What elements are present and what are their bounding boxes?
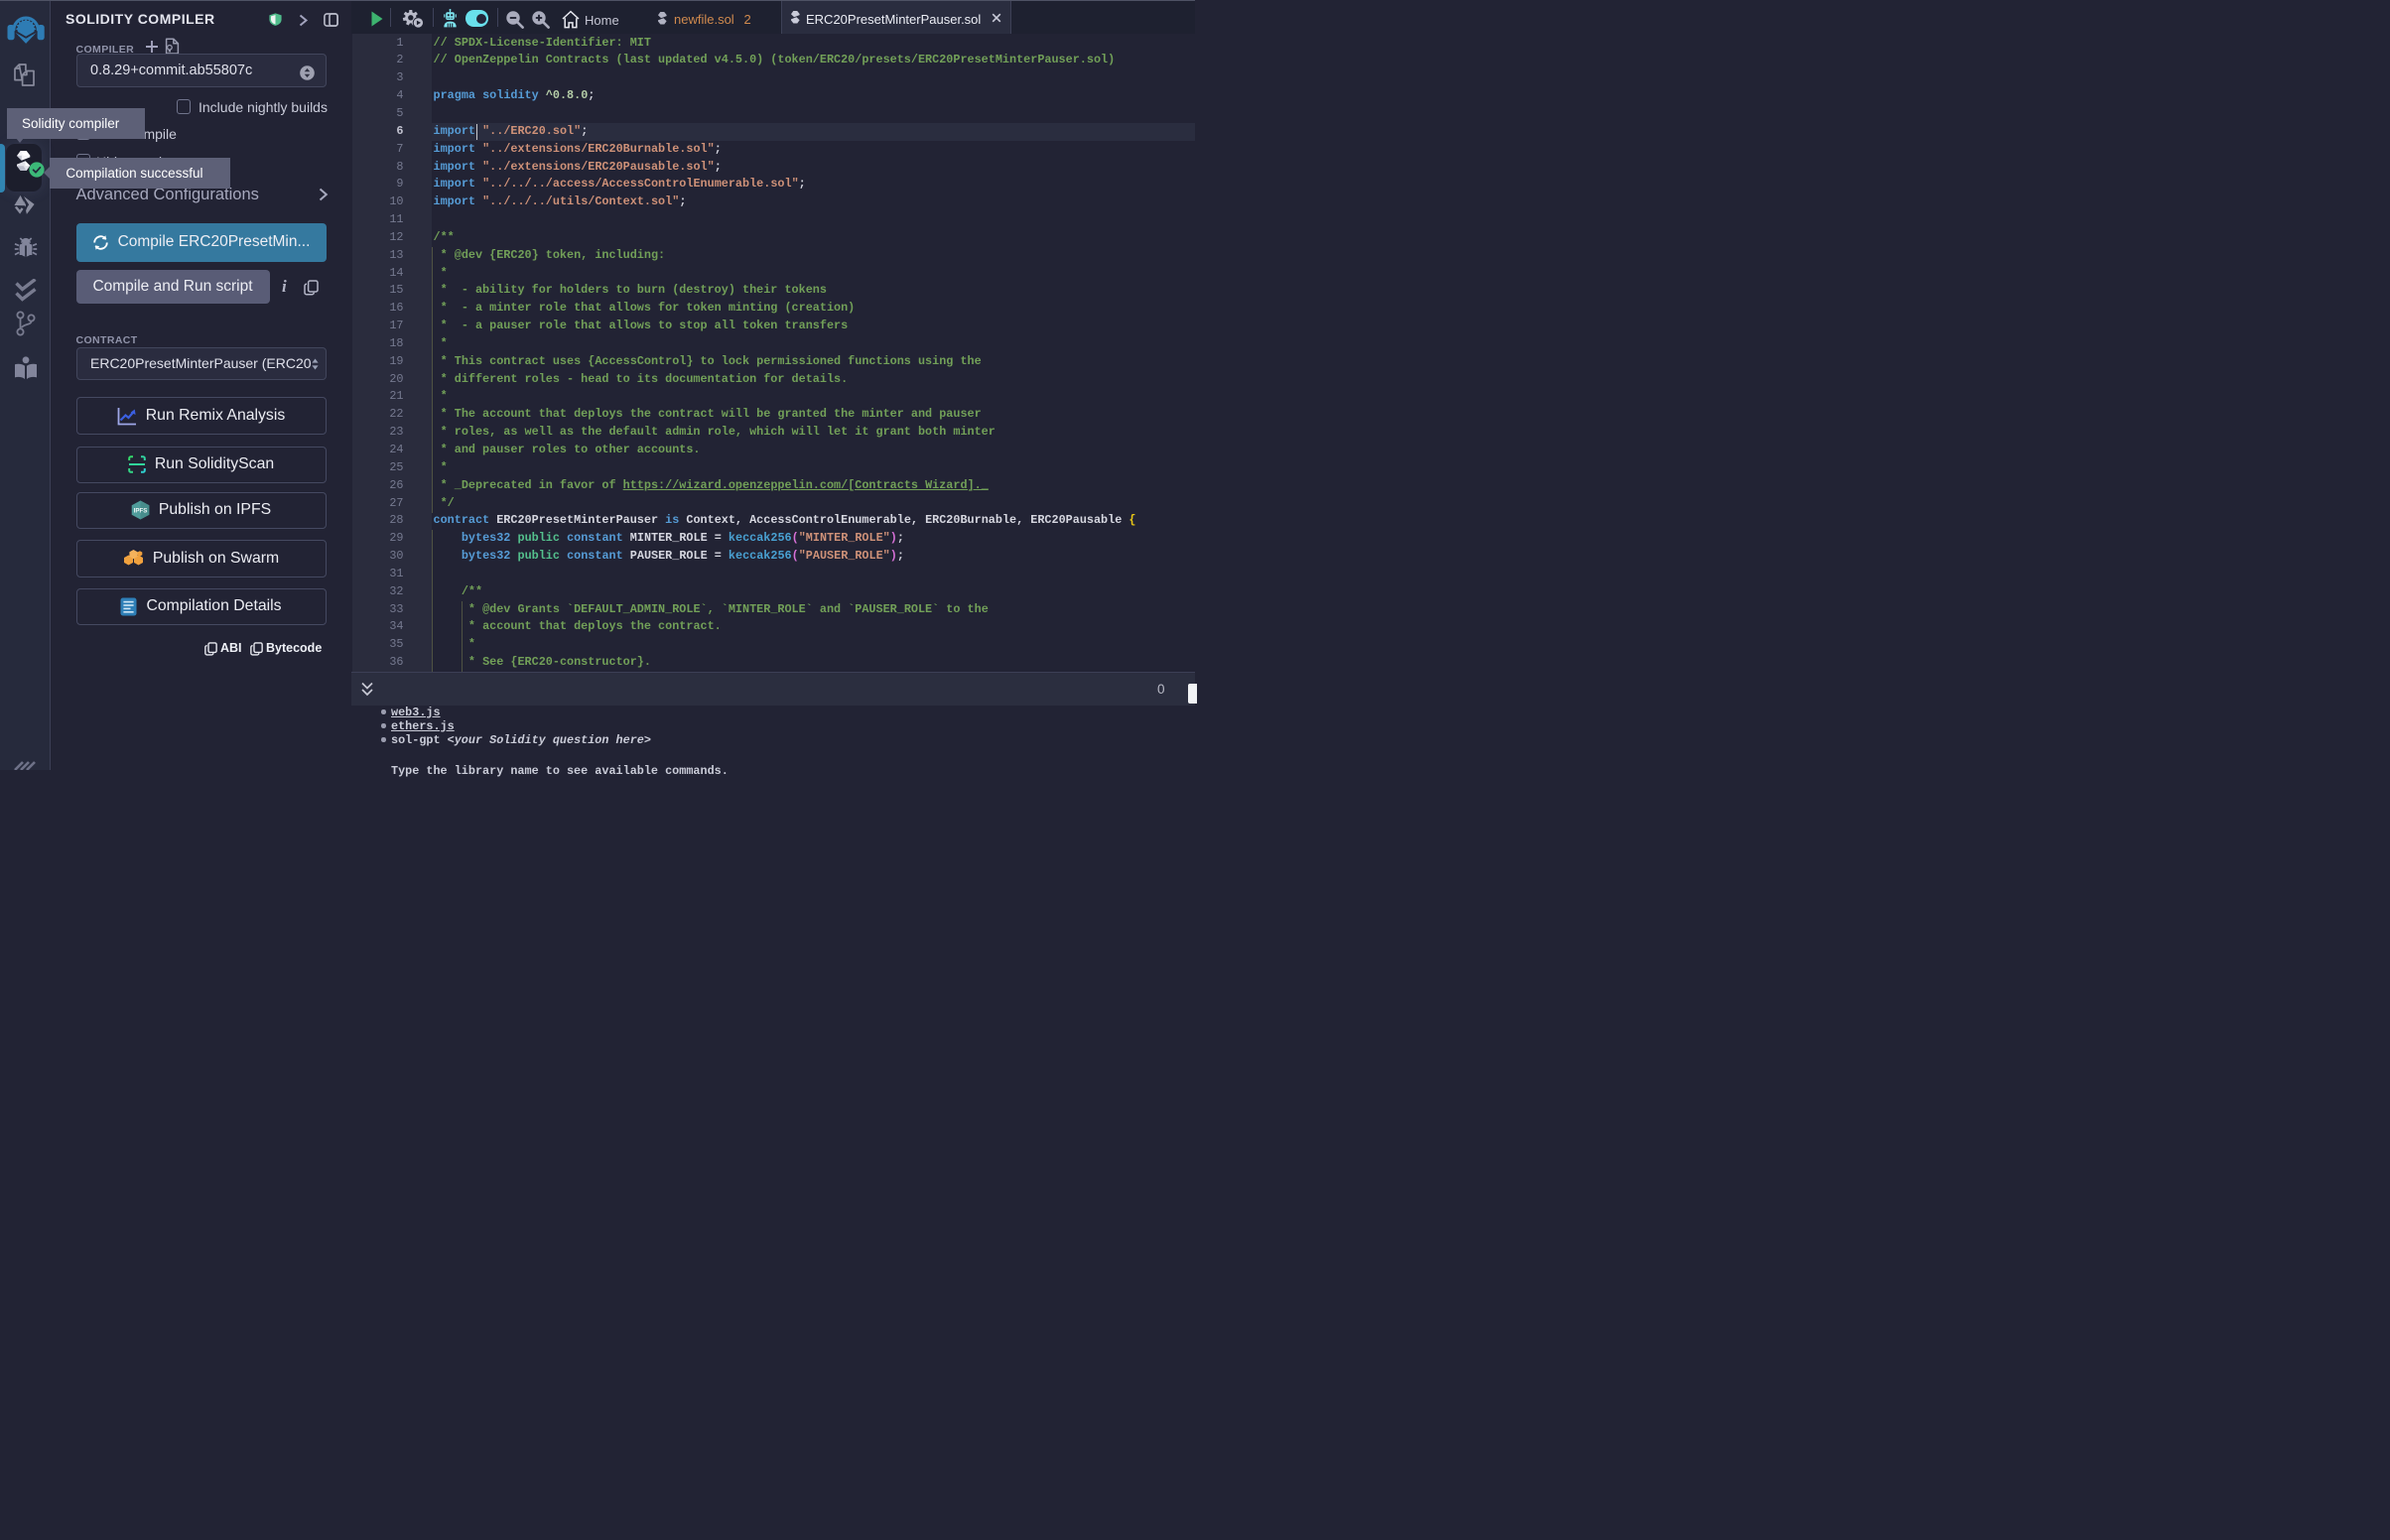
svg-text:IPFS: IPFS <box>133 508 147 515</box>
